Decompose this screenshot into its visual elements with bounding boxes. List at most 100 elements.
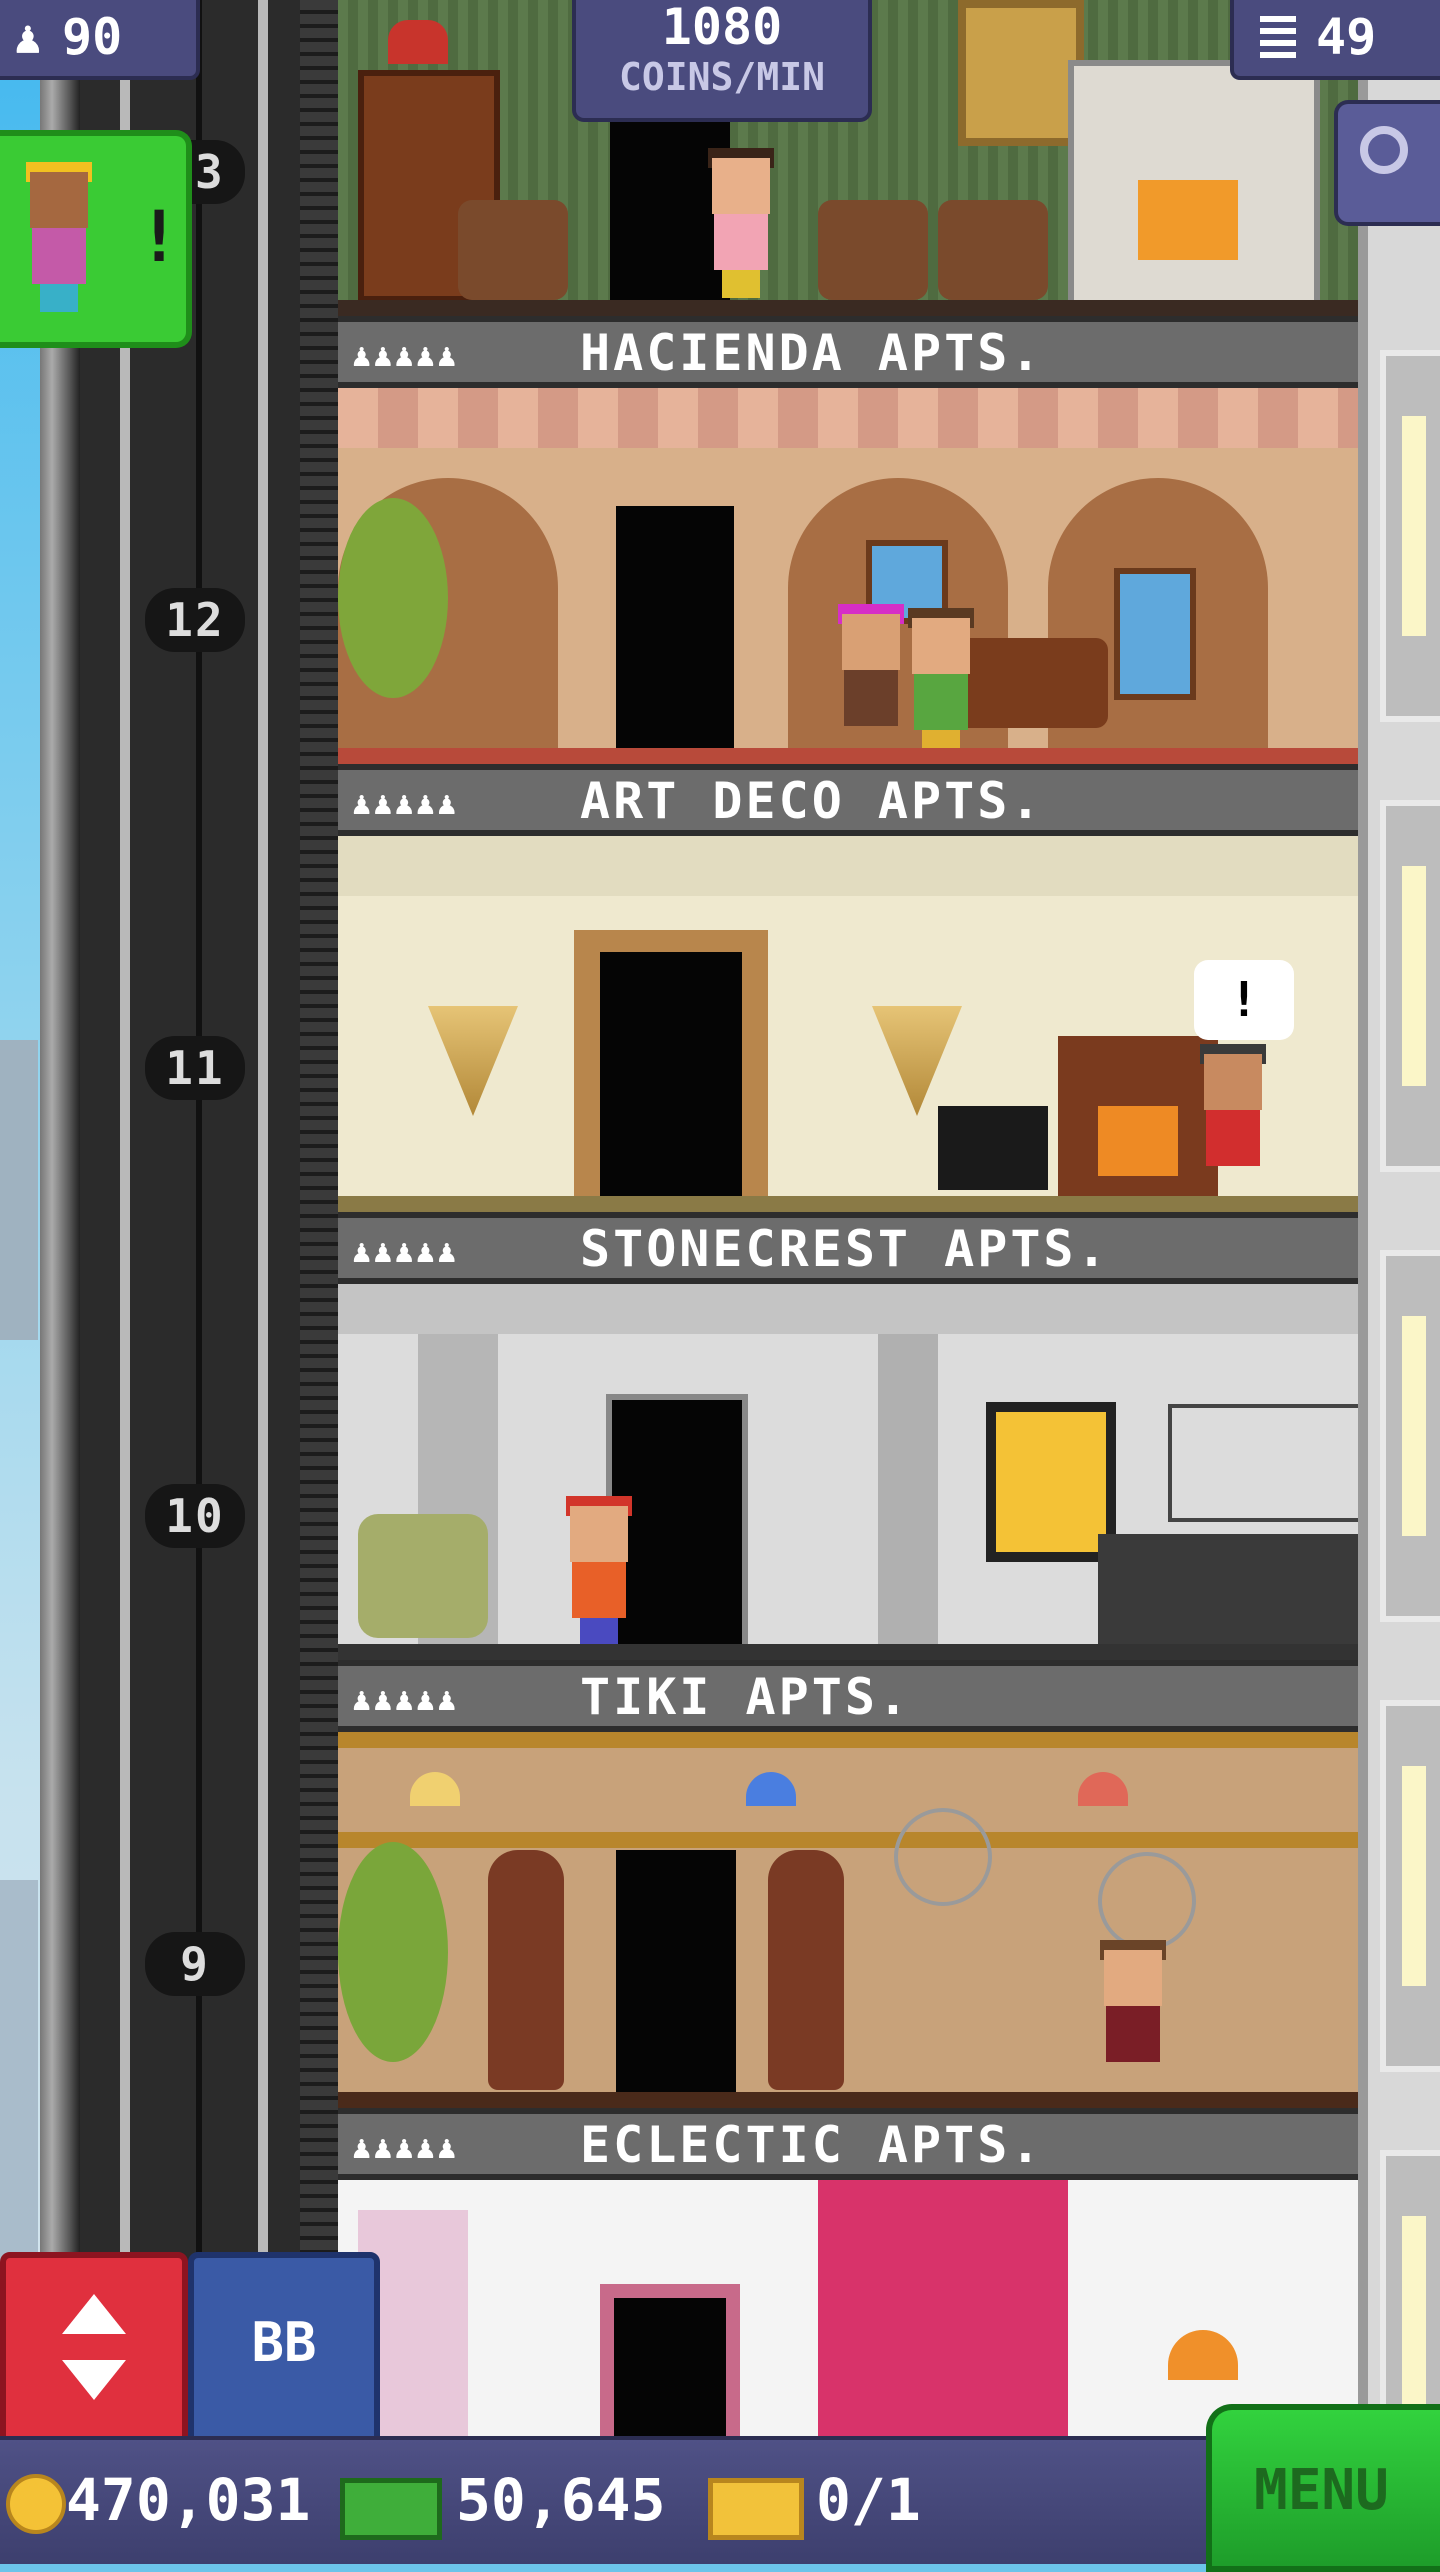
doorway[interactable] [614,2298,726,2436]
elevator-cable [196,0,202,2560]
floor-counter[interactable]: 49 [1230,0,1440,80]
floor-name: ART DECO APTS. [580,772,1044,830]
population-value: 90 [62,8,123,66]
floor-strip [338,1196,1358,1212]
pendant-lamp [410,1772,460,1806]
floor-number: 12 [145,588,245,652]
bird-cage [894,1808,992,1906]
fire [1138,180,1238,260]
armchair [458,200,568,300]
alert-icon: ! [138,196,181,278]
resident-character[interactable] [1198,1044,1268,1194]
plant [338,1842,448,2062]
floor-number: 10 [145,1484,245,1548]
wall-sconce [872,1006,962,1116]
wall-trim [338,388,1358,448]
building-icon [1260,16,1296,60]
down-arrow-icon [62,2360,126,2400]
kitchen-cabinet [1168,1404,1358,1522]
visitor-avatar [24,162,94,312]
doorway[interactable] [616,1850,736,2092]
floor-banner[interactable]: ♟♟♟♟♟ ECLECTIC APTS. [338,2108,1358,2180]
floor-name: STONECREST APTS. [580,1220,1110,1278]
speech-bubble[interactable]: ! [1194,960,1294,1040]
fire [1098,1106,1178,1176]
floor-room-art-deco[interactable] [338,388,1358,764]
floor-strip [338,2092,1358,2108]
coins-per-minute-value: 1080 [661,0,783,56]
city-silhouette [0,1040,38,1340]
resident-character[interactable] [564,1496,634,1646]
pendant-lamp [1078,1772,1128,1806]
window-pane [1114,568,1196,700]
ceiling [338,1284,1358,1334]
visitor-notification-button[interactable]: ! [0,130,192,348]
column [878,1334,938,1654]
floor-strip [338,300,1358,316]
resident-count-icons: ♟♟♟♟♟ [352,1232,459,1270]
doorway[interactable] [616,506,734,756]
floor-name: ECLECTIC APTS. [580,2116,1044,2174]
resident-character[interactable] [836,604,906,754]
floor-banner[interactable]: ♟♟♟♟♟ STONECREST APTS. [338,1212,1358,1284]
tiki-statue [488,1850,564,2090]
floor-room-stonecrest[interactable]: ! [338,836,1358,1212]
coins-per-minute-panel: 1080 COINS/MIN [572,0,872,122]
pendant-lamp [746,1772,796,1806]
floor-number: 9 [145,1932,245,1996]
menu-button[interactable]: MENU [1206,2404,1440,2572]
population-counter[interactable]: ♟ 90 [0,0,200,80]
kitchen-counter [1098,1534,1358,1644]
tiki-statue [768,1850,844,2090]
stairwell-window [1380,1700,1440,2072]
city-silhouette [0,1880,38,2260]
floor-name: HACIENDA APTS. [580,324,1044,382]
stairwell-window [1380,1250,1440,1622]
lamp [388,20,448,64]
menu-label: MENU [1254,2458,1389,2523]
magnifier-icon [1360,126,1408,174]
bamboo-beam [338,1832,1358,1848]
resident-count-icons: ♟♟♟♟♟ [352,784,459,822]
shaft-frame [40,0,80,2560]
wall-band [338,836,1358,896]
elevator-shaft[interactable] [40,0,340,2560]
population-icon: ♟ [14,10,42,64]
floor-room-eclectic[interactable] [338,1732,1358,2108]
zoom-button[interactable] [1334,100,1440,226]
coin-icon [6,2474,66,2534]
coins-value: 470,031 [66,2466,311,2534]
resident-character[interactable] [1098,1940,1168,2090]
elevator-control-button[interactable] [0,2252,188,2446]
bitbook-button[interactable]: BB [188,2252,380,2446]
floor-banner[interactable]: ♟♟♟♟♟ TIKI APTS. [338,1660,1358,1732]
resident-count-icons: ♟♟♟♟♟ [352,2128,459,2166]
bamboo-beam [338,1732,1358,1748]
coins-per-minute-unit: COINS/MIN [619,55,825,99]
elevator-rail [258,0,268,2560]
doorway[interactable] [600,952,742,1200]
curtain [818,2180,1068,2436]
floor-banner[interactable]: ♟♟♟♟♟ HACIENDA APTS. [338,316,1358,388]
resident-count-icons: ♟♟♟♟♟ [352,336,459,374]
floor-count-value: 49 [1316,8,1377,66]
up-arrow-icon [62,2294,126,2334]
armchair [938,200,1048,300]
bux-value: 50,645 [456,2466,666,2534]
plant [338,498,448,698]
ticket-icon [708,2478,804,2540]
resident-character[interactable] [906,608,976,758]
bird-cage [1098,1852,1196,1950]
tickets-value: 0/1 [816,2466,921,2534]
floor-room-partial[interactable] [338,2180,1358,2436]
floor-strip [338,1644,1358,1660]
wall-sconce [428,1006,518,1116]
floor-room-tiki[interactable] [338,1284,1358,1660]
floor-name: TIKI APTS. [580,1668,912,1726]
resident-count-icons: ♟♟♟♟♟ [352,1680,459,1718]
radio [938,1106,1048,1190]
resident-character[interactable] [706,148,776,298]
bux-icon [340,2478,442,2540]
shaft-frame [300,0,340,2560]
floor-banner[interactable]: ♟♟♟♟♟ ART DECO APTS. [338,764,1358,836]
